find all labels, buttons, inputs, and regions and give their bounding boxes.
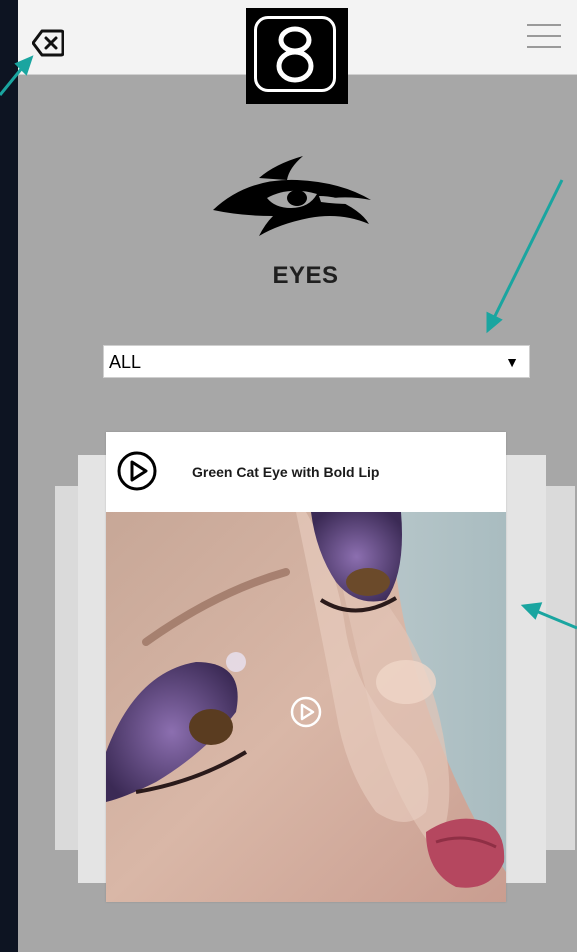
play-circle-icon[interactable] xyxy=(116,450,158,492)
logo-frame xyxy=(254,16,336,92)
brand-8-icon[interactable] xyxy=(246,8,348,104)
hamburger-menu-icon[interactable] xyxy=(527,22,561,50)
carousel-back-card-right xyxy=(506,455,546,883)
video-title: Green Cat Eye with Bold Lip xyxy=(192,464,380,480)
select-value: ALL xyxy=(109,352,142,372)
backspace-icon[interactable] xyxy=(31,28,65,58)
phone-screen: EYES ALL ▼ Green Cat Eye with Bold Lip xyxy=(18,0,577,952)
dropdown-arrow-icon: ▼ xyxy=(505,354,519,370)
eye-brand-logo-icon xyxy=(201,150,381,245)
video-thumbnail-image[interactable] xyxy=(106,512,506,902)
video-card-header: Green Cat Eye with Bold Lip xyxy=(106,432,506,512)
page-title: EYES xyxy=(272,262,339,289)
category-select[interactable]: ALL ▼ xyxy=(103,345,530,378)
video-card[interactable]: Green Cat Eye with Bold Lip xyxy=(106,432,506,902)
